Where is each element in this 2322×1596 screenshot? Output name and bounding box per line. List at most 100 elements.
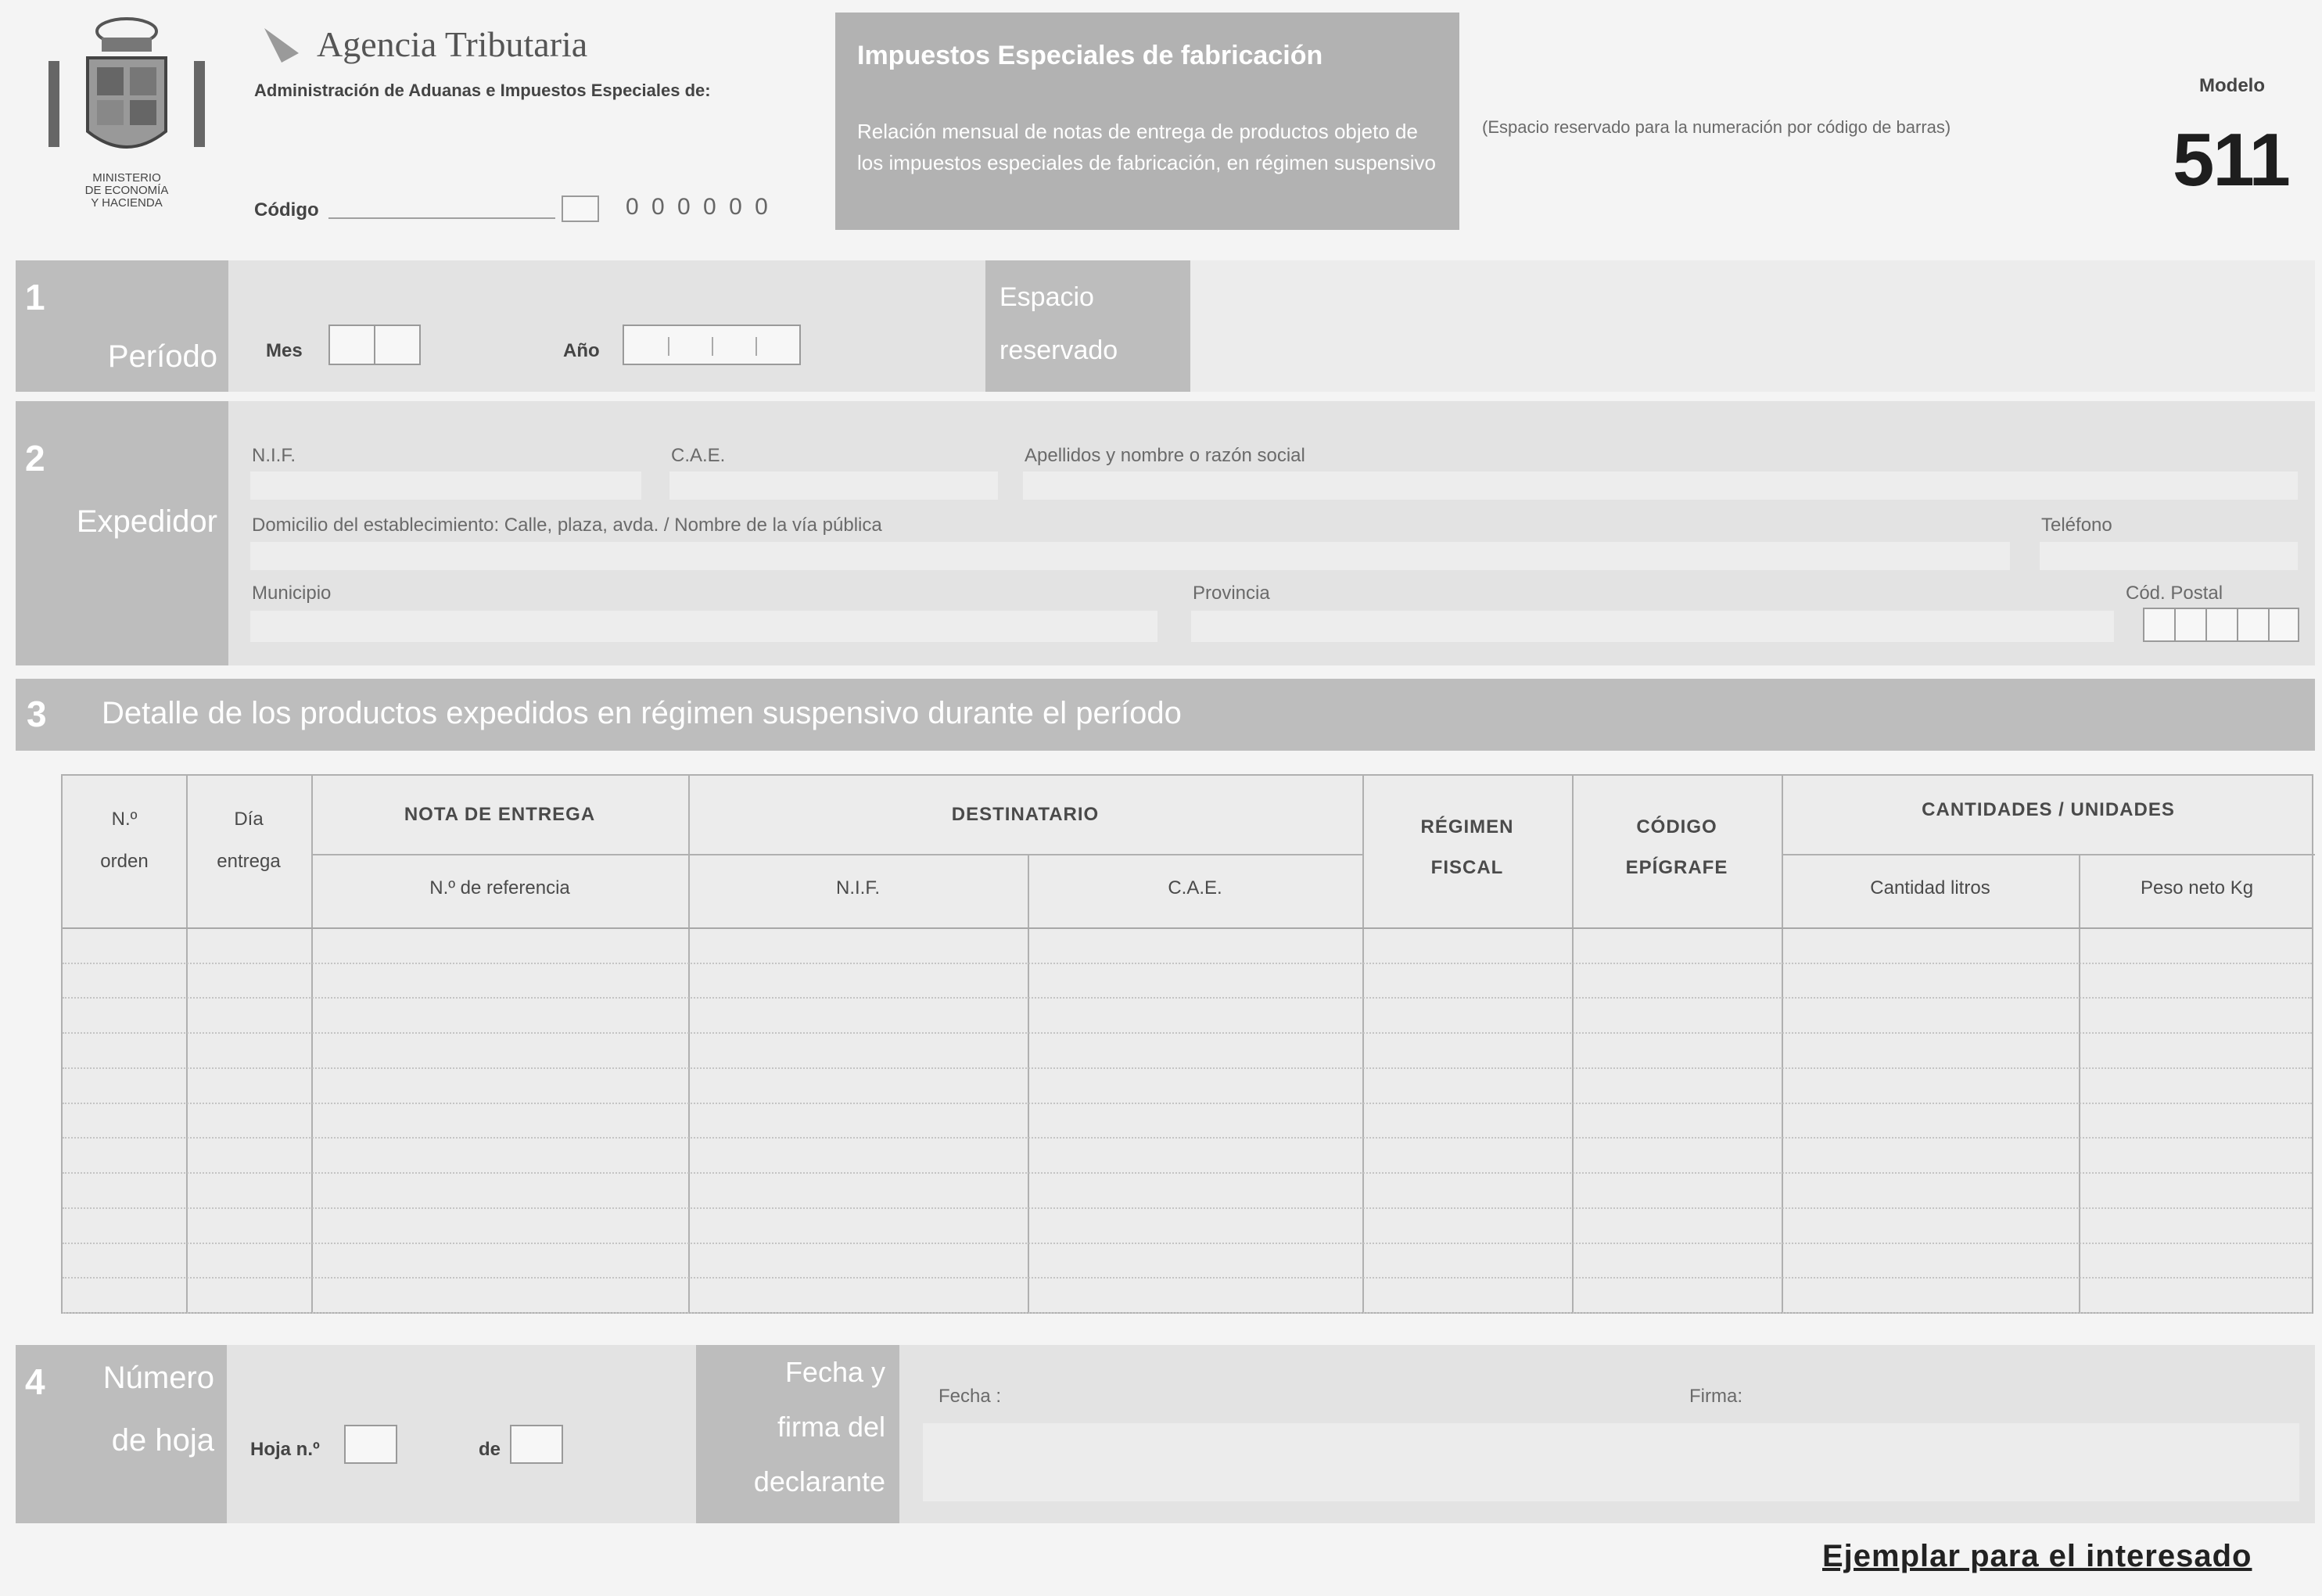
provincia-label: Provincia — [1193, 583, 1270, 604]
table-row[interactable] — [63, 1279, 2312, 1314]
reserved-line: Espacio — [1000, 282, 1094, 312]
nombre-label: Apellidos y nombre o razón social — [1025, 445, 1305, 466]
hoja-input[interactable] — [344, 1425, 397, 1464]
ministry-line: MINISTERIO — [92, 171, 161, 185]
fecha-firma-field[interactable] — [923, 1423, 2299, 1501]
section-4-title-line1: Número — [102, 1361, 214, 1395]
mes-input[interactable] — [328, 325, 421, 365]
detail-table: N.º orden Día entrega NOTA DE ENTREGA N.… — [61, 774, 2315, 1314]
col-codigo-line1: CÓDIGO — [1636, 816, 1717, 837]
col-peso: Peso neto Kg — [2140, 877, 2254, 898]
col-destinatario: DESTINATARIO — [951, 804, 1100, 825]
section-4-number: 4 — [25, 1361, 45, 1402]
table-row[interactable] — [63, 1069, 2312, 1104]
section-4-label-box: 4 Número de hoja — [16, 1345, 227, 1523]
administration-label: Administración de Aduanas e Impuestos Es… — [254, 81, 711, 100]
cp-label: Cód. Postal — [2126, 583, 2223, 604]
municipio-input[interactable] — [250, 611, 1157, 642]
total-hojas-input[interactable] — [510, 1425, 563, 1464]
ministry-emblem — [33, 14, 221, 170]
col-regimen-line2: FISCAL — [1430, 857, 1504, 878]
col-cantidades: CANTIDADES / UNIDADES — [1922, 799, 2175, 820]
mes-label: Mes — [266, 340, 303, 361]
modelo-number: 511 — [2173, 118, 2291, 202]
codigo-label: Código — [254, 199, 319, 221]
section-3-header: 3 Detalle de los productos expedidos en … — [16, 679, 2315, 751]
domicilio-label: Domicilio del establecimiento: Calle, pl… — [252, 515, 882, 536]
telefono-input[interactable] — [2040, 542, 2298, 570]
cp-input[interactable] — [2143, 608, 2299, 642]
section-2-title: Expedidor — [76, 504, 217, 539]
municipio-label: Municipio — [252, 583, 332, 604]
fecha-firma-line: declarante — [753, 1465, 885, 1497]
barcode-note: (Espacio reservado para la numeración po… — [1482, 117, 1951, 137]
table-row[interactable] — [63, 1034, 2312, 1069]
col-cae: C.A.E. — [1168, 877, 1222, 898]
section-4-title-line2: de hoja — [111, 1423, 214, 1458]
impuestos-desc: Relación mensual de notas de entrega de … — [857, 120, 1436, 174]
table-row[interactable] — [63, 999, 2312, 1035]
table-row[interactable] — [63, 1139, 2312, 1175]
section-4-band: 4 Número de hoja Hoja n.º de Fecha y fir… — [16, 1345, 2315, 1523]
fecha-firma-line: Fecha y — [784, 1356, 885, 1388]
codigo-value: 0 0 0 0 0 0 — [626, 194, 771, 220]
cae-input[interactable] — [669, 472, 998, 500]
nombre-input[interactable] — [1023, 472, 2298, 500]
table-row[interactable] — [63, 929, 2312, 964]
section-3-number: 3 — [27, 694, 47, 734]
hoja-label: Hoja n.º — [250, 1439, 320, 1460]
table-body — [63, 929, 2312, 1314]
reserved-space-field — [1190, 260, 2315, 392]
table-row[interactable] — [63, 1209, 2312, 1244]
section-1-band: 1 Período Mes Año Espacio reservado — [16, 260, 2315, 392]
fecha-firma-line: firma del — [777, 1411, 885, 1443]
coat-of-arms-icon — [48, 17, 205, 149]
table-row[interactable] — [63, 964, 2312, 999]
nif-input[interactable] — [250, 472, 641, 500]
col-referencia: N.º de referencia — [429, 877, 570, 898]
agency-logo-icon — [258, 22, 305, 69]
section-2-label-box: 2 Expedidor — [16, 401, 228, 665]
fecha-label: Fecha : — [938, 1386, 1002, 1407]
ministry-line: Y HACIENDA — [91, 196, 163, 210]
codigo-line — [328, 217, 555, 219]
col-nif: N.I.F. — [835, 877, 880, 898]
anio-input[interactable] — [623, 325, 801, 365]
telefono-label: Teléfono — [2041, 515, 2112, 536]
col-nota-entrega: NOTA DE ENTREGA — [404, 804, 596, 825]
impuestos-title: Impuestos Especiales de fabricación — [857, 41, 1323, 70]
agency-name: Agencia Tributaria — [317, 24, 588, 64]
table-row[interactable] — [63, 1244, 2312, 1279]
impuestos-box: Impuestos Especiales de fabricación Rela… — [835, 13, 1459, 230]
fecha-firma-label-box: Fecha y firma del declarante — [696, 1345, 899, 1523]
ministry-line: DE ECONOMÍA — [84, 184, 169, 197]
col-dia-line2: entrega — [217, 851, 281, 872]
reserved-line: reservado — [1000, 335, 1118, 365]
domicilio-input[interactable] — [250, 542, 2010, 570]
col-orden-line2: orden — [100, 851, 149, 872]
codigo-prefix-box[interactable] — [562, 195, 599, 222]
anio-label: Año — [563, 340, 600, 361]
col-dia-line1: Día — [234, 809, 264, 830]
col-litros: Cantidad litros — [1870, 877, 1990, 898]
provincia-input[interactable] — [1191, 611, 2114, 642]
table-row[interactable] — [63, 1174, 2312, 1209]
col-codigo-line2: EPÍGRAFE — [1625, 857, 1728, 878]
firma-label: Firma: — [1689, 1386, 1742, 1407]
cae-label: C.A.E. — [671, 445, 726, 466]
section-1-label-box: 1 Período — [16, 260, 228, 392]
reserved-space-box: Espacio reservado — [985, 260, 1190, 392]
ejemplar-label: Ejemplar para el interesado — [1822, 1539, 2252, 1573]
section-3-title: Detalle de los productos expedidos en ré… — [102, 696, 1182, 730]
section-1-number: 1 — [25, 277, 45, 317]
modelo-label: Modelo — [2199, 75, 2265, 96]
section-1-title: Período — [107, 339, 217, 374]
ministry-name: MINISTERIO DE ECONOMÍA Y HACIENDA — [33, 172, 221, 210]
table-row[interactable] — [63, 1104, 2312, 1139]
nif-label: N.I.F. — [252, 445, 296, 466]
section-2-band: 2 Expedidor N.I.F. C.A.E. Apellidos y no… — [16, 401, 2315, 665]
col-orden-line1: N.º — [111, 809, 138, 830]
col-regimen-line1: RÉGIMEN — [1420, 816, 1514, 837]
section-2-number: 2 — [25, 438, 45, 479]
de-label: de — [479, 1439, 501, 1460]
